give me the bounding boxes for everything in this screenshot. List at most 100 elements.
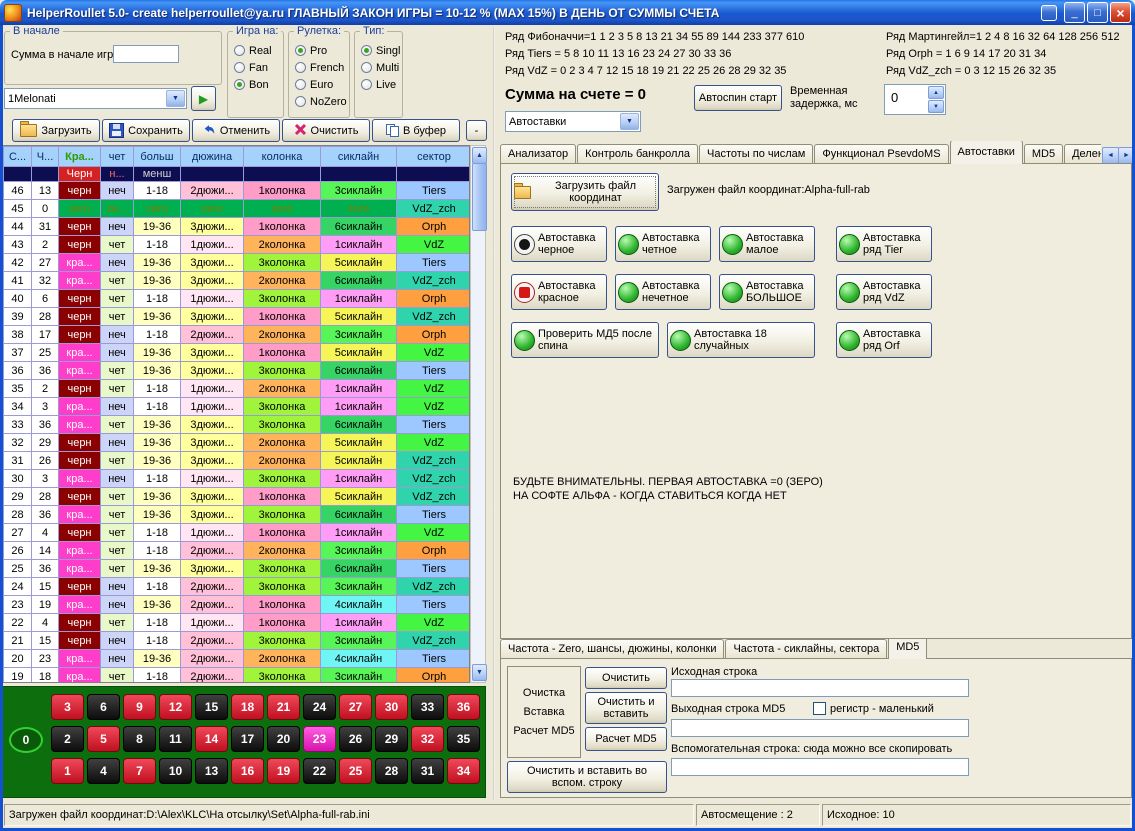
spin-row[interactable]: 3928чернчет19-363дюжи...1колонка5сиклайн… bbox=[4, 308, 471, 326]
autobet-button[interactable]: Автоставка черное bbox=[511, 226, 607, 262]
spin-cell[interactable]: 38 bbox=[4, 326, 32, 344]
spin-cell[interactable]: 3сиклайн bbox=[321, 182, 397, 200]
spin-cell[interactable]: 1-18 bbox=[134, 326, 181, 344]
spin-cell[interactable]: 23 bbox=[4, 596, 32, 614]
md5-clear-button[interactable]: Очистить bbox=[585, 667, 667, 689]
spin-cell[interactable]: 3колонка bbox=[244, 506, 321, 524]
spin-cell[interactable]: 1сиклайн bbox=[321, 236, 397, 254]
board-number-14[interactable]: 14 bbox=[195, 726, 228, 752]
board-number-28[interactable]: 28 bbox=[375, 758, 408, 784]
spin-cell[interactable]: 41 bbox=[4, 272, 32, 290]
spin-cell[interactable]: zero bbox=[59, 200, 101, 218]
spin-cell[interactable]: кра... bbox=[59, 344, 101, 362]
md5-output-input[interactable] bbox=[671, 719, 969, 737]
spin-row[interactable]: 3817черннеч1-182дюжи...2колонка3сиклайнO… bbox=[4, 326, 471, 344]
spin-cell[interactable]: 3колонка bbox=[244, 632, 321, 650]
spin-cell[interactable]: чет bbox=[101, 668, 134, 684]
spin-cell[interactable]: 19-36 bbox=[134, 272, 181, 290]
spin-cell[interactable]: 22 bbox=[4, 614, 32, 632]
radio-option-Pro[interactable]: Pro bbox=[295, 42, 347, 59]
spin-row[interactable]: 2836кра...чет19-363дюжи...3колонка6сикла… bbox=[4, 506, 471, 524]
spin-cell[interactable]: черн bbox=[59, 578, 101, 596]
radio-option-Multi[interactable]: Multi bbox=[361, 59, 400, 76]
spin-cell[interactable]: 19-36 bbox=[134, 596, 181, 614]
board-number-36[interactable]: 36 bbox=[447, 694, 480, 720]
preset-combobox[interactable]: 1Melonati ▼ bbox=[4, 88, 187, 109]
spin-row[interactable]: 2536кра...чет19-363дюжи...3колонка6сикла… bbox=[4, 560, 471, 578]
spin-cell[interactable]: неч bbox=[101, 326, 134, 344]
spin-cell[interactable]: 2дюжи... bbox=[181, 650, 244, 668]
spin-cell[interactable]: 1-18 bbox=[134, 398, 181, 416]
spin-cell[interactable]: чет bbox=[101, 506, 134, 524]
copy-to-buffer-button[interactable]: В буфер bbox=[372, 119, 460, 142]
autobet-button[interactable]: Проверить МД5 после спина bbox=[511, 322, 659, 358]
spin-cell[interactable]: 5сиклайн bbox=[321, 344, 397, 362]
spin-cell[interactable]: 19-36 bbox=[134, 434, 181, 452]
spin-cell[interactable]: 40 bbox=[4, 290, 32, 308]
tab-MD5[interactable]: MD5 bbox=[1024, 144, 1063, 164]
board-number-13[interactable]: 13 bbox=[195, 758, 228, 784]
spin-cell[interactable]: 3колонка bbox=[244, 254, 321, 272]
spin-cell[interactable]: неч bbox=[101, 596, 134, 614]
spin-cell[interactable]: 28 bbox=[32, 308, 59, 326]
spin-cell[interactable]: 1-18 bbox=[134, 182, 181, 200]
spin-cell[interactable]: 3дюжи... bbox=[181, 254, 244, 272]
spin-cell[interactable]: VdZ_zch bbox=[397, 488, 471, 506]
spin-cell[interactable]: 3сиклайн bbox=[321, 578, 397, 596]
spin-cell[interactable]: VdZ_zch bbox=[397, 470, 471, 488]
spin-cell[interactable]: 35 bbox=[4, 380, 32, 398]
spin-cell[interactable]: 2колонка bbox=[244, 434, 321, 452]
spin-row[interactable]: 3126чернчет19-363дюжи...2колонка5сиклайн… bbox=[4, 452, 471, 470]
board-number-15[interactable]: 15 bbox=[195, 694, 228, 720]
spin-cell[interactable]: неч bbox=[101, 650, 134, 668]
spin-cell[interactable]: 6сиклайн bbox=[321, 560, 397, 578]
spin-cell[interactable]: 39 bbox=[4, 308, 32, 326]
spin-cell[interactable]: Tiers bbox=[397, 650, 471, 668]
radio-option-Fan[interactable]: Fan bbox=[234, 59, 281, 76]
spin-row[interactable]: 352чернчет1-181дюжи...2колонка1сиклайнVd… bbox=[4, 380, 471, 398]
spin-cell[interactable]: 42 bbox=[4, 254, 32, 272]
board-number-5[interactable]: 5 bbox=[87, 726, 120, 752]
spin-cell[interactable]: 2дюжи... bbox=[181, 578, 244, 596]
spin-cell[interactable]: 34 bbox=[4, 398, 32, 416]
autobet-button[interactable]: Автоставка БОЛЬШОЕ bbox=[719, 274, 815, 310]
spin-cell[interactable]: неч bbox=[101, 632, 134, 650]
autobet-button[interactable]: Автоставка 18 случайных bbox=[667, 322, 815, 358]
spin-cell[interactable]: Tiers bbox=[397, 506, 471, 524]
spin-cell[interactable]: чет bbox=[101, 290, 134, 308]
titlebar-extra-button[interactable] bbox=[1041, 5, 1057, 21]
spin-cell[interactable]: 1-18 bbox=[134, 380, 181, 398]
spin-cell[interactable]: чет bbox=[101, 560, 134, 578]
maximize-button[interactable]: □ bbox=[1087, 2, 1108, 23]
spin-cell[interactable]: VdZ bbox=[397, 434, 471, 452]
spin-cell[interactable]: 1-18 bbox=[134, 236, 181, 254]
board-number-11[interactable]: 11 bbox=[159, 726, 192, 752]
autobet-button[interactable]: Автоставка ряд Orf bbox=[836, 322, 932, 358]
spin-cell[interactable]: 1-18 bbox=[134, 470, 181, 488]
spin-cell[interactable]: VdZ_zch bbox=[397, 452, 471, 470]
spin-cell[interactable]: 3колонка bbox=[244, 416, 321, 434]
spin-cell[interactable]: 19-36 bbox=[134, 218, 181, 236]
spin-cell[interactable]: 3дюжи... bbox=[181, 560, 244, 578]
spin-cell[interactable]: неч bbox=[101, 254, 134, 272]
spin-cell[interactable]: 2дюжи... bbox=[181, 182, 244, 200]
tabs-scroll-left-button[interactable]: ◄ bbox=[1102, 147, 1119, 164]
spin-row[interactable]: 432чернчет1-181дюжи...2колонка1сиклайнVd… bbox=[4, 236, 471, 254]
spin-cell[interactable]: 1сиклайн bbox=[321, 614, 397, 632]
radio-option-Singl[interactable]: Singl bbox=[361, 42, 400, 59]
spin-row[interactable]: 4431черннеч19-363дюжи...1колонка6сиклайн… bbox=[4, 218, 471, 236]
spin-cell[interactable]: 3колонка bbox=[244, 668, 321, 684]
spin-cell[interactable]: VdZ bbox=[397, 524, 471, 542]
spin-cell[interactable]: черн bbox=[59, 524, 101, 542]
spin-cell[interactable]: 6сиклайн bbox=[321, 506, 397, 524]
spin-cell[interactable]: 28 bbox=[32, 488, 59, 506]
board-number-35[interactable]: 35 bbox=[447, 726, 480, 752]
radio-option-Euro[interactable]: Euro bbox=[295, 76, 347, 93]
autobet-button[interactable]: Автоставка четное bbox=[615, 226, 711, 262]
spin-cell[interactable]: 1-18 bbox=[134, 578, 181, 596]
autobet-combobox[interactable]: Автоставки ▼ bbox=[505, 111, 641, 132]
spin-cell[interactable]: 29 bbox=[32, 434, 59, 452]
board-number-17[interactable]: 17 bbox=[231, 726, 264, 752]
register-checkbox-row[interactable]: регистр - маленький bbox=[813, 702, 934, 715]
collapse-button[interactable]: - bbox=[466, 120, 487, 141]
